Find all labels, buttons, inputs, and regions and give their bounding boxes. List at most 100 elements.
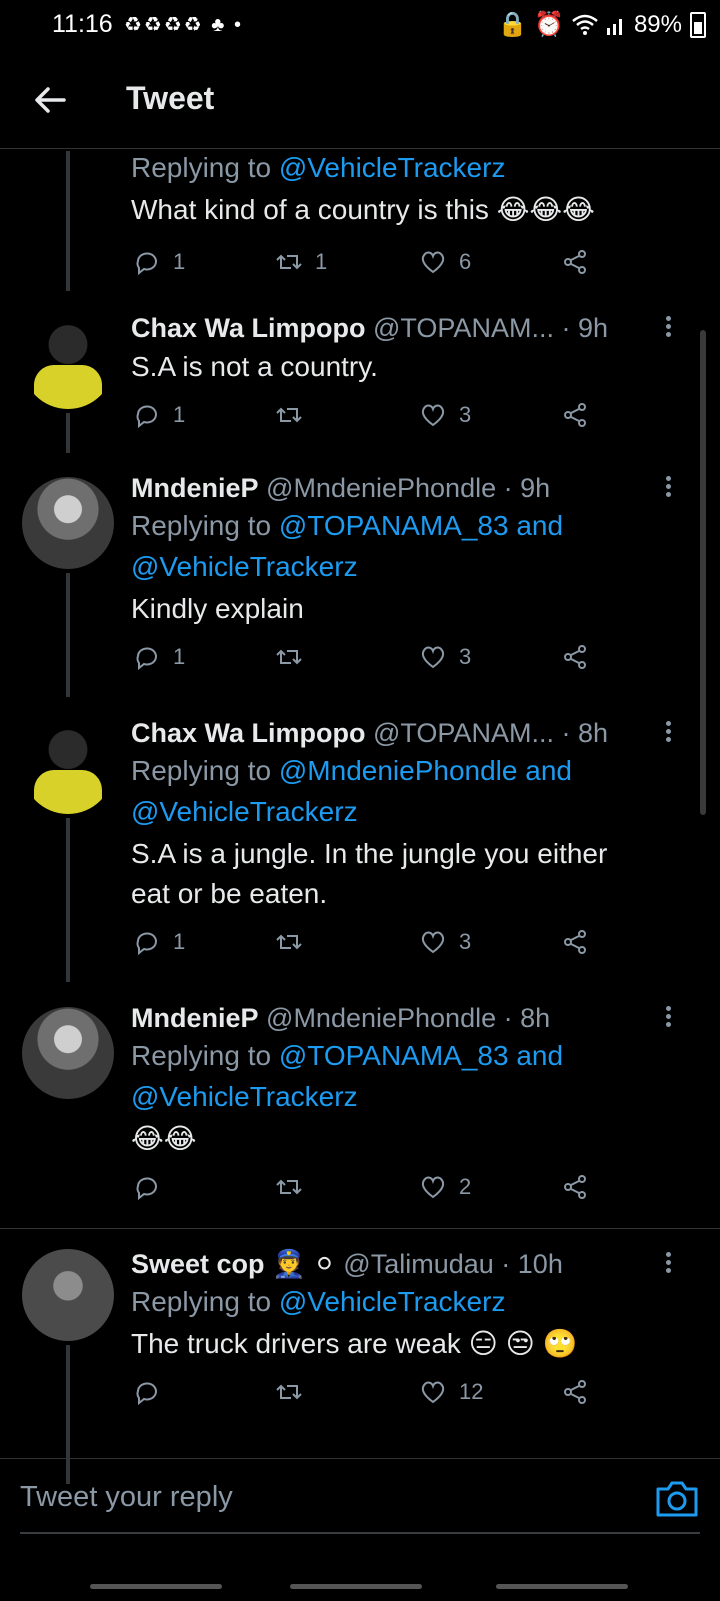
more-icon[interactable] bbox=[658, 718, 678, 748]
mention-link[interactable]: @MndeniePhondle and bbox=[279, 755, 572, 786]
display-name[interactable]: Chax Wa Limpopo bbox=[131, 718, 366, 748]
share-button[interactable] bbox=[561, 928, 589, 956]
tweet-header: MndenieP @MndeniePhondle · 9h bbox=[131, 471, 670, 505]
share-button[interactable] bbox=[561, 248, 589, 276]
timestamp: · 8h bbox=[503, 1003, 551, 1033]
retweet-button[interactable] bbox=[275, 928, 315, 956]
user-handle[interactable]: @TOPANAM... bbox=[373, 313, 554, 343]
like-button[interactable]: 3 bbox=[419, 928, 471, 956]
top-app-bar: Tweet bbox=[0, 52, 720, 149]
like-button[interactable]: 3 bbox=[419, 643, 471, 671]
display-name[interactable]: MndenieP bbox=[131, 473, 259, 503]
tweet-text: What kind of a country is this 😂😂😂 bbox=[131, 194, 595, 225]
tweet[interactable]: Sweet cop 👮 ⚪ @Talimudau · 10h Replying … bbox=[0, 1229, 706, 1484]
reply-prefix: Replying to bbox=[131, 510, 279, 541]
mention-link[interactable]: @TOPANAMA_83 and bbox=[279, 510, 563, 541]
reply-input[interactable]: Tweet your reply bbox=[20, 1481, 233, 1514]
avatar[interactable] bbox=[22, 722, 114, 814]
reply-to: Replying to @VehicleTrackerz bbox=[131, 1281, 670, 1322]
like-button[interactable]: 12 bbox=[419, 1378, 483, 1406]
reply-prefix: Replying to bbox=[131, 755, 279, 786]
like-button[interactable]: 6 bbox=[419, 248, 471, 276]
camera-icon[interactable] bbox=[654, 1479, 700, 1519]
avatar[interactable] bbox=[22, 477, 114, 569]
tweet-actions: 1 3 bbox=[131, 643, 670, 683]
retweet-button[interactable] bbox=[275, 401, 315, 429]
share-button[interactable] bbox=[561, 401, 589, 429]
tweet-actions: 12 bbox=[131, 1378, 670, 1418]
reply-to: Replying to @TOPANAMA_83 and bbox=[131, 505, 670, 546]
reply-to: Replying to @VehicleTrackerz bbox=[131, 149, 670, 188]
reply-button[interactable]: 1 bbox=[133, 248, 185, 276]
more-icon[interactable] bbox=[658, 1003, 678, 1033]
tweet[interactable]: MndenieP @MndeniePhondle · 9h Replying t… bbox=[0, 449, 706, 697]
thread-line bbox=[66, 573, 70, 697]
reply-button[interactable] bbox=[133, 1378, 173, 1406]
share-icon bbox=[564, 645, 586, 669]
like-count: 12 bbox=[459, 1379, 484, 1404]
share-button[interactable] bbox=[561, 1378, 589, 1406]
avatar[interactable] bbox=[22, 1007, 114, 1099]
avatar[interactable] bbox=[22, 1249, 114, 1341]
nav-recents[interactable] bbox=[90, 1584, 222, 1589]
nav-back[interactable] bbox=[496, 1584, 628, 1589]
user-handle[interactable]: @Talimudau bbox=[343, 1249, 493, 1279]
status-right: 🔒 ⏰ 89% bbox=[498, 10, 706, 39]
more-icon[interactable] bbox=[658, 1249, 678, 1279]
share-icon bbox=[564, 403, 586, 427]
tweet-actions: 1 3 bbox=[131, 401, 670, 441]
timestamp: · 9h bbox=[503, 473, 551, 503]
share-icon bbox=[564, 1380, 586, 1404]
thread-line bbox=[66, 151, 70, 291]
reply-button[interactable]: 1 bbox=[133, 928, 185, 956]
timestamp: · 9h bbox=[561, 313, 608, 343]
reply-to: Replying to @MndeniePhondle and bbox=[131, 750, 670, 791]
mention-link[interactable]: @VehicleTrackerz bbox=[279, 152, 506, 183]
retweet-icon bbox=[276, 1384, 302, 1400]
tweet-text: The truck drivers are weak 😑 😒 🙄 bbox=[131, 1328, 578, 1359]
retweet-button[interactable] bbox=[275, 1378, 315, 1406]
tweet[interactable]: Chax Wa Limpopo @TOPANAM... · 9h S.A is … bbox=[0, 289, 706, 453]
retweet-button[interactable] bbox=[275, 643, 315, 671]
reply-icon bbox=[136, 647, 157, 671]
retweet-button[interactable]: 1 bbox=[275, 248, 327, 276]
thread-line bbox=[66, 818, 70, 982]
avatar[interactable] bbox=[22, 317, 114, 409]
share-button[interactable] bbox=[561, 643, 589, 671]
reply-icon bbox=[136, 405, 157, 429]
reply-button[interactable]: 1 bbox=[133, 401, 185, 429]
back-arrow-icon[interactable] bbox=[30, 80, 70, 120]
reply-count: 1 bbox=[173, 249, 186, 274]
reply-button[interactable] bbox=[133, 1173, 173, 1201]
share-button[interactable] bbox=[561, 1173, 589, 1201]
mention-link[interactable]: @VehicleTrackerz bbox=[131, 1076, 670, 1117]
retweet-button[interactable] bbox=[275, 1173, 315, 1201]
display-name[interactable]: MndenieP bbox=[131, 1003, 259, 1033]
retweet-icon bbox=[276, 407, 302, 423]
tweet[interactable]: Chax Wa Limpopo @TOPANAM... · 8h Replyin… bbox=[0, 694, 706, 982]
user-handle[interactable]: @MndeniePhondle bbox=[266, 1003, 496, 1033]
display-name[interactable]: Chax Wa Limpopo bbox=[131, 313, 366, 343]
tweet-actions: 1 3 bbox=[131, 928, 670, 968]
tweet[interactable]: Replying to @VehicleTrackerz What kind o… bbox=[0, 149, 706, 291]
reply-count: 1 bbox=[173, 402, 186, 427]
display-name[interactable]: Sweet cop 👮 ⚪ bbox=[131, 1249, 336, 1279]
scrollbar[interactable] bbox=[700, 330, 706, 815]
mention-link[interactable]: @TOPANAMA_83 and bbox=[279, 1040, 563, 1071]
user-handle[interactable]: @TOPANAM... bbox=[373, 718, 554, 748]
nav-home[interactable] bbox=[290, 1584, 422, 1589]
tweet[interactable]: MndenieP @MndeniePhondle · 8h Replying t… bbox=[0, 979, 706, 1229]
mention-link[interactable]: @VehicleTrackerz bbox=[279, 1286, 506, 1317]
tweet-header: Sweet cop 👮 ⚪ @Talimudau · 10h bbox=[131, 1247, 670, 1281]
like-button[interactable]: 2 bbox=[419, 1173, 471, 1201]
retweet-icon bbox=[276, 254, 302, 270]
user-handle[interactable]: @MndeniePhondle bbox=[266, 473, 496, 503]
mention-link[interactable]: @VehicleTrackerz bbox=[131, 791, 670, 832]
like-button[interactable]: 3 bbox=[419, 401, 471, 429]
more-icon[interactable] bbox=[658, 313, 678, 343]
reply-icon bbox=[136, 1177, 157, 1201]
reply-button[interactable]: 1 bbox=[133, 643, 185, 671]
more-icon[interactable] bbox=[658, 473, 678, 503]
tweet-text: Kindly explain bbox=[131, 593, 304, 624]
mention-link[interactable]: @VehicleTrackerz bbox=[131, 546, 670, 587]
